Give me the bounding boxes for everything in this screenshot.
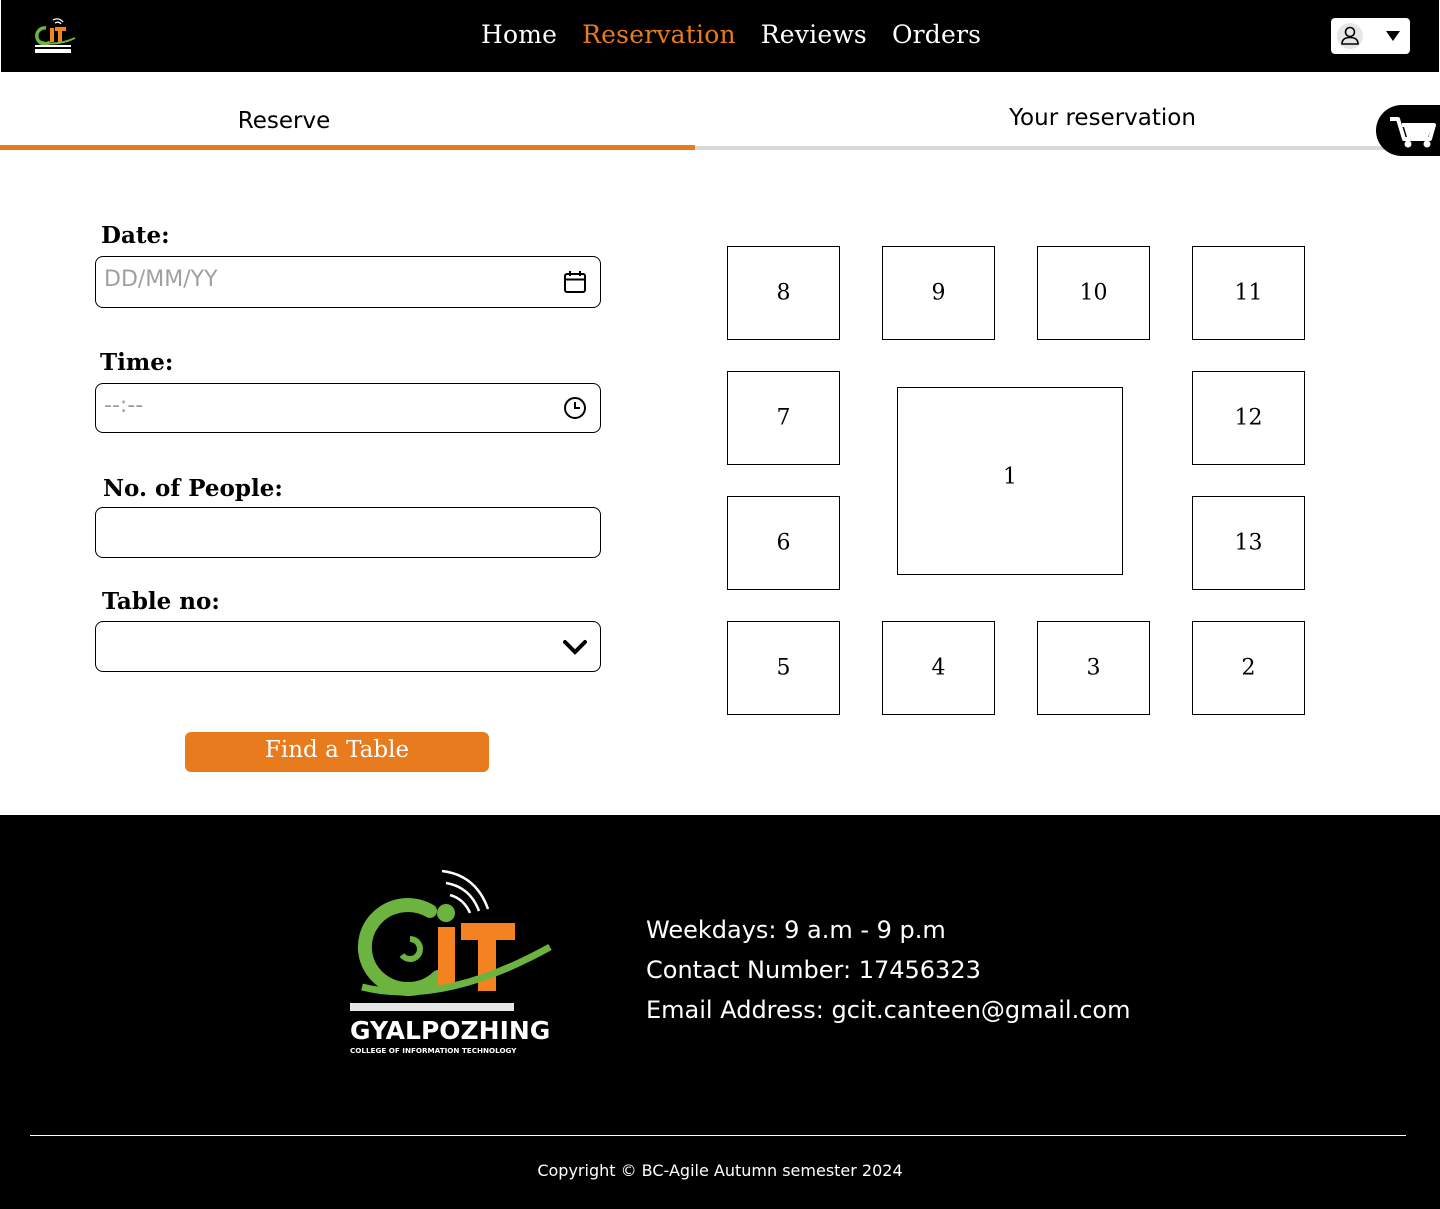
cart-icon (1390, 117, 1436, 148)
caret-down-icon (1386, 31, 1400, 41)
tab-divider (695, 146, 1440, 150)
date-label: Date: (101, 222, 170, 249)
table-number: 8 (776, 280, 791, 306)
time-field[interactable]: --:-- (95, 383, 601, 433)
table-number: 5 (776, 655, 791, 681)
email-address[interactable]: Email Address: gcit.canteen@gmail.com (646, 996, 1130, 1024)
nav-home[interactable]: Home (481, 20, 557, 49)
table-13[interactable]: 13 (1192, 496, 1305, 590)
contact-number: Contact Number: 17456323 (646, 956, 981, 984)
navbar: Home Reservation Reviews Orders (1, 0, 1439, 72)
cart-button[interactable] (1376, 105, 1440, 156)
table-number: 11 (1234, 280, 1263, 306)
table-no-select[interactable] (95, 621, 601, 672)
table-number: 9 (931, 280, 946, 306)
table-1[interactable]: 1 (897, 387, 1123, 575)
table-2[interactable]: 2 (1192, 621, 1305, 715)
footer-logo-text: GYALPOZHING (350, 1016, 550, 1045)
calendar-icon[interactable] (562, 269, 588, 295)
tab-your-reservation[interactable]: Your reservation (695, 105, 1440, 131)
opening-hours: Weekdays: 9 a.m - 9 p.m (646, 916, 946, 944)
user-icon (1337, 23, 1363, 49)
table-8[interactable]: 8 (727, 246, 840, 340)
table-number: 2 (1241, 655, 1256, 681)
user-menu-button[interactable] (1331, 18, 1410, 54)
date-field[interactable]: DD/MM/YY (95, 256, 601, 308)
table-7[interactable]: 7 (727, 371, 840, 465)
active-tab-indicator (0, 145, 695, 150)
nav-orders[interactable]: Orders (892, 20, 981, 49)
footer-logo-subtext: COLLEGE OF INFORMATION TECHNOLOGY (350, 1046, 517, 1055)
copyright-text: Copyright © BC-Agile Autumn semester 202… (537, 1161, 903, 1180)
nav-reviews[interactable]: Reviews (761, 20, 867, 49)
table-number: 7 (776, 405, 791, 431)
clock-icon[interactable] (562, 395, 588, 421)
table-number: 6 (776, 530, 791, 556)
table-number: 3 (1086, 655, 1101, 681)
table-number: 10 (1079, 280, 1108, 306)
table-6[interactable]: 6 (727, 496, 840, 590)
people-label: No. of People: (103, 475, 283, 502)
table-number: 4 (931, 655, 946, 681)
table-number: 12 (1234, 405, 1263, 431)
chevron-down-icon (562, 634, 588, 660)
nav-reservation[interactable]: Reservation (582, 20, 736, 49)
table-11[interactable]: 11 (1192, 246, 1305, 340)
gcit-logo: GYALPOZHING COLLEGE OF INFORMATION TECHN… (342, 867, 552, 1057)
time-placeholder: --:-- (104, 393, 144, 418)
date-placeholder: DD/MM/YY (104, 267, 218, 292)
tab-reserve[interactable]: Reserve (0, 108, 568, 134)
table-5[interactable]: 5 (727, 621, 840, 715)
table-12[interactable]: 12 (1192, 371, 1305, 465)
nav-links: Home Reservation Reviews Orders (481, 20, 981, 49)
table-4[interactable]: 4 (882, 621, 995, 715)
table-3[interactable]: 3 (1037, 621, 1150, 715)
table-10[interactable]: 10 (1037, 246, 1150, 340)
logo-icon[interactable] (31, 14, 79, 58)
table-9[interactable]: 9 (882, 246, 995, 340)
footer: GYALPOZHING COLLEGE OF INFORMATION TECHN… (0, 815, 1440, 1209)
table-no-label: Table no: (102, 588, 220, 615)
table-number: 1 (1003, 464, 1017, 490)
time-label: Time: (100, 349, 174, 376)
table-number: 13 (1234, 530, 1263, 556)
footer-divider (30, 1135, 1406, 1136)
people-input[interactable] (95, 507, 601, 558)
find-table-button[interactable]: Find a Table (185, 732, 489, 772)
